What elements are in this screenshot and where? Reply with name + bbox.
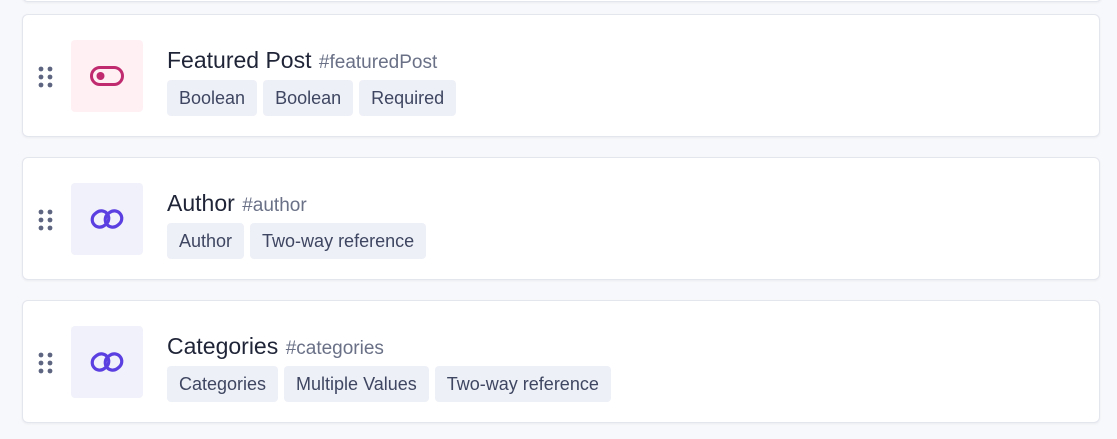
- reference-badge: Two-way reference: [250, 223, 427, 259]
- link-icon: [90, 352, 124, 372]
- field-title-row: Categories #categories: [167, 332, 611, 360]
- field-title-row: Featured Post #featuredPost: [167, 46, 456, 74]
- toggle-icon: [90, 66, 124, 86]
- previous-field-card[interactable]: [22, 0, 1102, 2]
- field-badges: Categories Multiple Values Two-way refer…: [167, 366, 611, 402]
- boolean-type-tile: [71, 40, 143, 112]
- field-badges: Author Two-way reference: [167, 223, 427, 259]
- reference-type-tile: [71, 183, 143, 255]
- reference-badge: Two-way reference: [434, 366, 611, 402]
- field-list: Featured Post #featuredPost Boolean Bool…: [0, 0, 1117, 439]
- field-type-badge: Categories: [167, 366, 279, 402]
- reference-type-tile: [71, 326, 143, 398]
- field-name: Categories: [167, 333, 279, 359]
- field-title-row: Author #author: [167, 189, 426, 217]
- link-icon: [90, 209, 124, 229]
- drag-handle-icon[interactable]: [37, 351, 55, 375]
- field-api-id: #featuredPost: [318, 52, 438, 73]
- required-badge: Required: [359, 80, 457, 116]
- field-info: Featured Post #featuredPost Boolean Bool…: [167, 46, 457, 116]
- field-card-featured-post[interactable]: Featured Post #featuredPost Boolean Bool…: [22, 14, 1100, 137]
- field-badge: Boolean: [263, 80, 354, 116]
- field-card-author[interactable]: Author #author Author Two-way reference: [22, 157, 1100, 280]
- field-card-categories[interactable]: Categories #categories Categories Multip…: [22, 300, 1100, 423]
- field-name: Author: [167, 190, 235, 216]
- drag-handle-icon[interactable]: [37, 65, 55, 89]
- field-api-id: #author: [242, 195, 307, 216]
- field-badges: Boolean Boolean Required: [167, 80, 457, 116]
- field-type-badge: Boolean: [167, 80, 258, 116]
- multiple-values-badge: Multiple Values: [284, 366, 429, 402]
- field-type-badge: Author: [167, 223, 245, 259]
- drag-handle-icon[interactable]: [37, 208, 55, 232]
- field-api-id: #categories: [285, 338, 384, 359]
- field-name: Featured Post: [167, 47, 312, 73]
- field-info: Categories #categories Categories Multip…: [167, 332, 611, 402]
- field-info: Author #author Author Two-way reference: [167, 189, 427, 259]
